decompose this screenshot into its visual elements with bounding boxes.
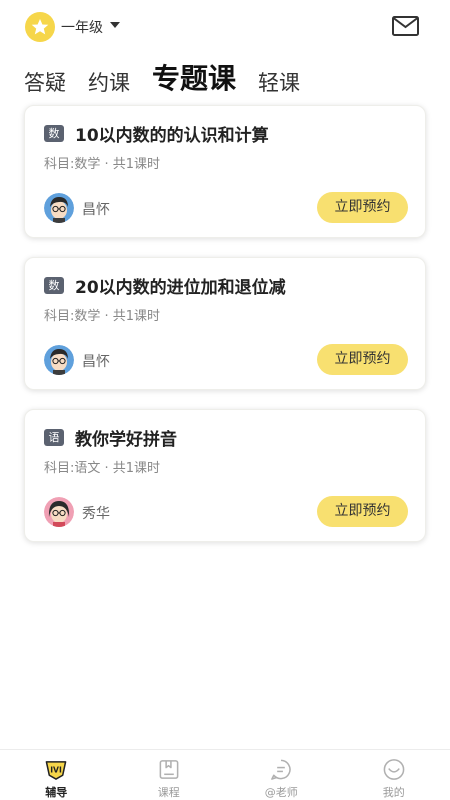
caret-down-icon[interactable] [110,22,120,28]
top-bar: 一年级 [0,0,450,54]
teacher-name: 秀华 [82,506,110,522]
tab-topic-class[interactable]: 专题课 [152,60,236,98]
course-title: 教你学好拼音 [75,430,177,450]
course-meta: 科目:数学 · 共1课时 [44,157,161,172]
avatar [44,345,74,375]
course-title: 20以内数的进位加和退位减 [75,278,286,298]
avatar [44,193,74,223]
tab-book-class[interactable]: 约课 [88,68,130,98]
course-card[interactable]: 语 教你学好拼音 科目:语文 · 共1课时 秀华 立即预约 [24,409,426,542]
bottom-nav: IVI 辅导 课程 @老师 我的 [0,749,450,800]
mail-icon[interactable] [392,16,419,36]
nav-item-profile[interactable]: 我的 [338,750,450,800]
nav-item-courses[interactable]: 课程 [113,750,226,800]
tab-qa[interactable]: 答疑 [24,68,66,98]
nav-item-ask-teacher[interactable]: @老师 [225,750,338,800]
star-icon[interactable] [25,12,55,42]
subject-tag: 数 [44,277,64,294]
teacher-name: 昌怀 [82,354,110,370]
book-icon [159,760,179,779]
nav-label: @老师 [264,786,298,799]
category-tabs: 答疑 约课 专题课 轻课 [24,54,322,98]
nav-item-tutoring[interactable]: IVI 辅导 [0,750,113,800]
svg-text:IVI: IVI [50,765,62,774]
course-meta: 科目:语文 · 共1课时 [44,461,161,476]
nav-label: 课程 [157,786,180,799]
grade-selector[interactable]: 一年级 [61,17,103,37]
book-now-button[interactable]: 立即预约 [317,344,408,375]
book-now-button[interactable]: 立即预约 [317,496,408,527]
nav-label: 辅导 [45,786,68,799]
tutoring-icon: IVI [45,761,67,780]
profile-icon [383,759,405,780]
book-now-button[interactable]: 立即预约 [317,192,408,223]
course-card[interactable]: 数 10以内数的的认识和计算 科目:数学 · 共1课时 昌怀 立即预约 [24,105,426,238]
course-meta: 科目:数学 · 共1课时 [44,309,161,324]
subject-tag: 数 [44,125,64,142]
subject-tag: 语 [44,429,64,446]
course-card[interactable]: 数 20以内数的进位加和退位减 科目:数学 · 共1课时 昌怀 立即预约 [24,257,426,390]
tab-light-class[interactable]: 轻课 [258,68,300,98]
nav-label: 我的 [382,786,405,799]
course-title: 10以内数的的认识和计算 [75,126,269,146]
teacher-name: 昌怀 [82,202,110,218]
avatar [44,497,74,527]
chat-icon [271,759,291,780]
